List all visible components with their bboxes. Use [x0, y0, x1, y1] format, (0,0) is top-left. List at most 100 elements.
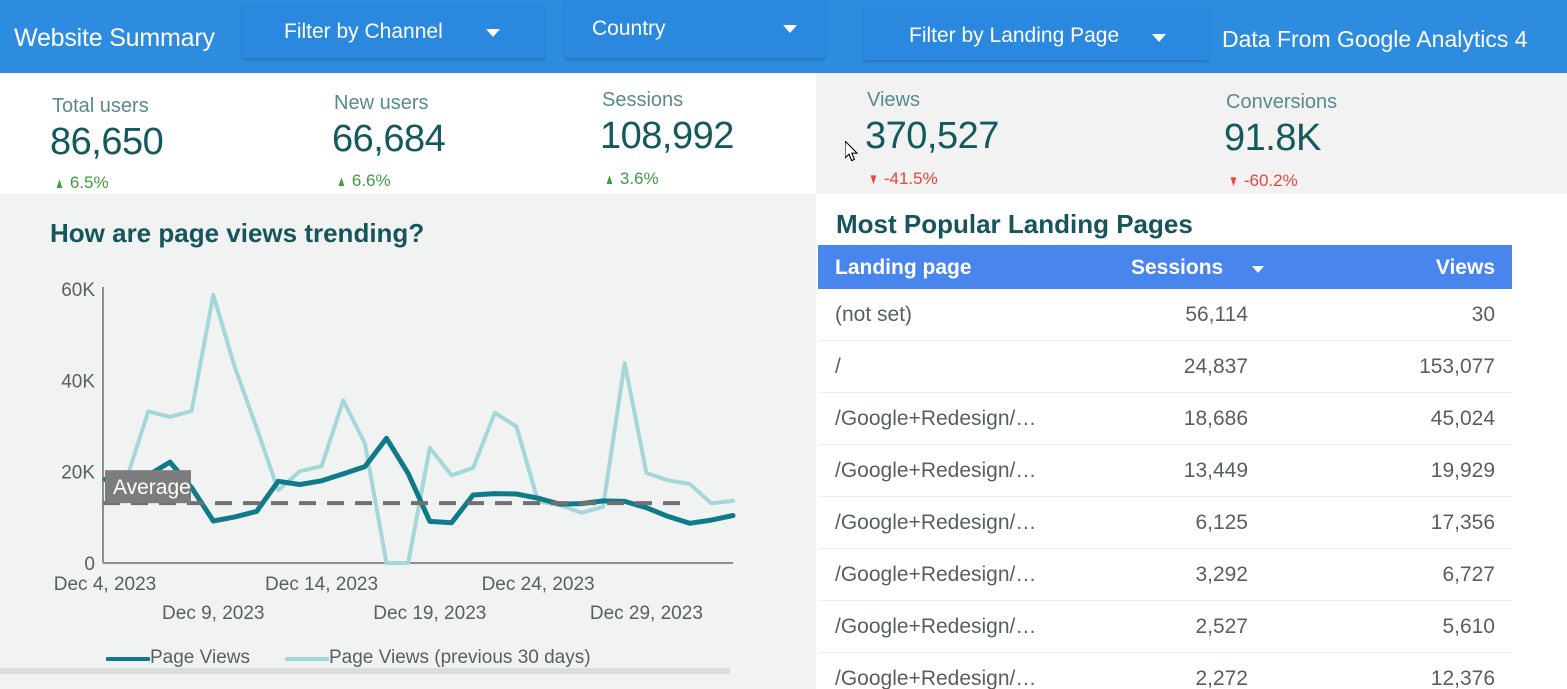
cell-views: 19,929	[1431, 459, 1495, 483]
cell-sessions: 2,527	[1195, 615, 1248, 639]
cell-sessions: 2,272	[1195, 667, 1248, 689]
y-axis-tick-label: 20K	[61, 463, 95, 484]
scorecard-label: Sessions	[602, 89, 683, 112]
table-title: Most Popular Landing Pages	[836, 209, 1193, 240]
scorecard-delta-value: 3.6%	[620, 169, 659, 188]
scorecard-new-users[interactable]: New users 66,684 ▲ 6.6%	[280, 73, 545, 194]
cell-sessions: 18,686	[1184, 407, 1248, 431]
scorecard-delta-value: -60.2%	[1244, 171, 1298, 190]
legend-swatch-page-views-previous	[285, 657, 329, 661]
scorecard-conversions[interactable]: Conversions 91.8K ▼ -60.2%	[1166, 73, 1567, 194]
page-views-line-chart[interactable]: 0 20K 40K 60K Average Dec 4, 2023 Dec 9, 202…	[0, 194, 816, 689]
scorecard-sessions[interactable]: Sessions 108,992 ▲ 3.6%	[545, 73, 815, 194]
cell-sessions: 56,114	[1185, 303, 1248, 327]
scorecard-label: Conversions	[1226, 91, 1337, 114]
y-axis-tick-label: 0	[84, 554, 95, 575]
cell-views: 12,376	[1431, 667, 1495, 689]
scorecard-value: 108,992	[600, 115, 734, 158]
arrow-down-icon: ▼	[869, 171, 879, 188]
filter-by-channel-label: Filter by Channel	[284, 20, 443, 44]
table-row[interactable]: (not set) 56,114 30	[818, 289, 1512, 341]
scorecard-delta: ▲ 6.5%	[52, 173, 109, 193]
scorecard-delta: ▲ 3.6%	[602, 169, 659, 189]
cell-landing-page: /Google+Redesign/…	[835, 407, 1036, 431]
table-header-row: Landing page Sessions Views	[818, 245, 1512, 289]
scorecard-total-users[interactable]: Total users 86,650 ▲ 6.5%	[0, 73, 280, 194]
table-body: (not set) 56,114 30 / 24,837 153,077/Google+R…	[818, 289, 1512, 689]
filter-by-landing-page-label: Filter by Landing Page	[909, 24, 1119, 48]
chevron-down-icon	[1152, 34, 1166, 42]
scorecard-value: 86,650	[50, 121, 163, 164]
legend-label-page-views-previous: Page Views (previous 30 days)	[329, 647, 591, 669]
cell-views: 45,024	[1431, 407, 1495, 431]
column-header-landing-page[interactable]: Landing page	[835, 256, 972, 280]
arrow-up-icon: ▲	[55, 175, 65, 192]
line-series-path	[105, 295, 733, 563]
scorecard-row: Total users 86,650 ▲ 6.5% New users 66,68…	[0, 73, 1567, 194]
report-header-bar: Website Summary Filter by Channel Countr…	[0, 0, 1567, 73]
scorecard-label: New users	[334, 92, 428, 115]
scorecard-delta: ▼ -60.2%	[1226, 171, 1298, 191]
filter-by-country-dropdown[interactable]: Country	[565, 0, 825, 58]
scorecard-delta: ▼-41.5%	[866, 169, 938, 189]
table-row[interactable]: /Google+Redesign/… 13,449 19,929	[818, 445, 1512, 497]
x-axis-tick-labels: Dec 4, 2023 Dec 9, 2023Dec 14, 2023 Dec 19…	[54, 574, 703, 624]
most-popular-landing-pages-panel: Most Popular Landing Pages Landing page …	[816, 194, 1567, 689]
table-row[interactable]: /Google+Redesign/… 2,272 12,376	[818, 653, 1512, 689]
cell-sessions: 24,837	[1184, 355, 1248, 379]
cell-landing-page: /Google+Redesign/…	[835, 667, 1036, 689]
cell-landing-page: /Google+Redesign/…	[835, 563, 1036, 587]
column-header-sessions[interactable]: Sessions	[1131, 256, 1223, 280]
x-axis-tick-label: Dec 4, 2023	[54, 574, 156, 595]
cell-views: 153,077	[1419, 355, 1495, 379]
average-badge-label: Average	[113, 476, 191, 499]
x-axis-tick-label: Dec 19, 2023	[373, 603, 486, 624]
table-row[interactable]: / 24,837 153,077	[818, 341, 1512, 393]
column-header-views[interactable]: Views	[1436, 256, 1495, 280]
scorecard-delta-value: 6.5%	[70, 173, 109, 192]
cell-landing-page: /Google+Redesign/…	[835, 459, 1036, 483]
chevron-down-icon[interactable]	[1252, 266, 1264, 273]
legend-swatch-page-views	[106, 657, 150, 661]
y-axis-tick-label: 40K	[61, 371, 95, 392]
cell-landing-page: /	[835, 355, 841, 379]
page-views-trend-chart-panel: How are page views trending? 020K40K60K …	[0, 194, 816, 689]
report-title: Website Summary	[14, 24, 215, 53]
cell-landing-page: (not set)	[835, 303, 912, 327]
series-page-views-previous-30-days	[105, 295, 733, 563]
scorecard-views[interactable]: Views 370,527 ▼-41.5%	[816, 73, 1166, 194]
y-axis-tick-labels: 0 20K 40K 60K	[61, 280, 95, 575]
cell-views: 17,356	[1431, 511, 1495, 535]
arrow-up-icon: ▲	[605, 171, 615, 188]
cell-sessions: 3,292	[1195, 563, 1248, 587]
scorecard-label: Views	[867, 89, 920, 112]
scorecard-label: Total users	[52, 95, 149, 118]
scorecard-delta: ▲ 6.6%	[334, 171, 391, 191]
x-axis-tick-label: Dec 29, 2023	[590, 603, 703, 624]
x-axis-tick-label: Dec 14, 2023	[265, 574, 378, 595]
chart-horizontal-scrollbar[interactable]	[0, 668, 730, 674]
table-row[interactable]: /Google+Redesign/… 3,292 6,727	[818, 549, 1512, 601]
filter-by-channel-dropdown[interactable]: Filter by Channel	[242, 6, 544, 58]
scorecard-delta-value: 6.6%	[352, 171, 391, 190]
x-axis-tick-label: Dec 9, 2023	[162, 603, 264, 624]
table-row[interactable]: /Google+Redesign/…2,5275,610	[818, 601, 1512, 653]
cell-views: 6,727	[1442, 563, 1495, 587]
legend-label-page-views: Page Views	[150, 647, 250, 669]
chevron-down-icon	[783, 25, 797, 33]
cell-sessions: 13,449	[1184, 459, 1248, 483]
scorecard-value: 91.8K	[1224, 117, 1321, 160]
scorecard-value: 370,527	[865, 115, 999, 158]
table-row[interactable]: /Google+Redesign/… 18,686 45,024	[818, 393, 1512, 445]
scorecard-value: 66,684	[332, 118, 445, 161]
cell-views: 30	[1472, 303, 1495, 327]
table-row[interactable]: /Google+Redesign/… 6,125 17,356	[818, 497, 1512, 549]
y-axis-tick-label: 60K	[61, 280, 95, 301]
filter-by-country-label: Country	[592, 17, 666, 41]
cell-sessions: 6,125	[1195, 511, 1248, 535]
cell-landing-page: /Google+Redesign/…	[835, 511, 1036, 535]
arrow-up-icon: ▲	[337, 173, 347, 190]
x-axis-tick-label: Dec 24, 2023	[482, 574, 595, 595]
filter-by-landing-page-dropdown[interactable]: Filter by Landing Page	[864, 8, 1209, 60]
arrow-down-icon: ▼	[1229, 173, 1239, 190]
